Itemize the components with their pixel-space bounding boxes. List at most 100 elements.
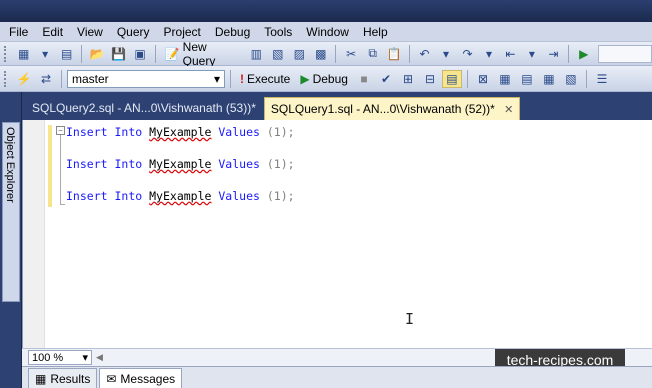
close-icon[interactable]: ✕ xyxy=(504,104,513,116)
scroll-left-icon[interactable]: ◀ xyxy=(96,352,103,363)
client-statistics-icon[interactable]: ▦ xyxy=(495,70,515,88)
menu-bar: File Edit View Query Project Debug Tools… xyxy=(0,22,652,42)
find-box[interactable] xyxy=(597,44,652,63)
save-icon[interactable]: 💾 xyxy=(109,45,128,63)
menu-tools[interactable]: Tools xyxy=(257,23,299,41)
tab-sqlquery1[interactable]: SQLQuery1.sql - AN...0\Vishwanath (52))*… xyxy=(263,97,521,120)
toolbar-separator xyxy=(585,69,587,88)
connect-icon[interactable]: ⚡ xyxy=(14,70,34,88)
outline-end xyxy=(60,204,65,205)
zoom-value: 100 % xyxy=(32,351,64,364)
values-args: (1); xyxy=(266,125,295,139)
results-to-icon[interactable]: ▤ xyxy=(441,69,462,88)
menu-view[interactable]: View xyxy=(70,23,110,41)
sql-editor-toolbar: ⚡ ⇄ master ▾ ! Execute ▶ Debug ■ ✔ ⊞ ⊟ ▤… xyxy=(0,66,652,92)
debug-label: Debug xyxy=(312,71,348,86)
execute-button[interactable]: ! Execute xyxy=(236,72,294,86)
undo-dropdown-icon[interactable]: ▾ xyxy=(436,45,455,63)
outline-line xyxy=(60,135,61,205)
object-explorer-tab[interactable]: Object Explorer xyxy=(2,122,20,302)
zoom-dropdown[interactable]: 100 % ▾ xyxy=(28,350,92,365)
messages-label: Messages xyxy=(120,371,176,386)
menu-query[interactable]: Query xyxy=(110,23,157,41)
menu-project[interactable]: Project xyxy=(157,23,208,41)
change-connection-icon[interactable]: ⇄ xyxy=(36,70,56,88)
menu-help[interactable]: Help xyxy=(356,23,395,41)
standard-toolbar: ▦ ▾ ▤ 📂 💾 ▣ 📝 New Query ▥ ▧ ▨ ▩ ✂ ⧉ 📋 ↶ … xyxy=(0,40,652,68)
new-project-icon[interactable]: ▦ xyxy=(14,45,33,63)
database-engine-query-icon[interactable]: ▥ xyxy=(247,45,266,63)
start-icon[interactable]: ▶ xyxy=(574,45,593,63)
debug-button[interactable]: ▶ Debug xyxy=(296,72,352,86)
toolbar-separator xyxy=(466,69,468,88)
navigate-backward-icon[interactable]: ⇤ xyxy=(501,45,520,63)
code-line: Insert Into MyExample Values (1); xyxy=(66,157,295,171)
navigate-forward-icon[interactable]: ⇥ xyxy=(544,45,563,63)
keyword: Into xyxy=(114,189,143,203)
keyword: Insert xyxy=(66,157,108,171)
window-title-bar xyxy=(0,0,652,22)
undo-icon[interactable]: ↶ xyxy=(415,45,434,63)
toolbar-separator xyxy=(335,44,337,63)
results-to-text-icon[interactable]: ▤ xyxy=(517,70,537,88)
cancel-query-icon[interactable]: ■ xyxy=(354,70,374,88)
menu-window[interactable]: Window xyxy=(299,23,356,41)
debug-play-icon: ▶ xyxy=(300,71,310,86)
toolbar-separator xyxy=(154,44,156,63)
open-file-icon[interactable]: 📂 xyxy=(87,45,106,63)
copy-icon[interactable]: ⧉ xyxy=(363,45,382,63)
keyword: Into xyxy=(114,157,143,171)
keyword: Values xyxy=(218,157,260,171)
navigate-dropdown-icon[interactable]: ▾ xyxy=(522,45,541,63)
include-plan-icon[interactable]: ⊠ xyxy=(473,70,493,88)
query-designer-icon[interactable]: ⊟ xyxy=(420,70,440,88)
code-line: Insert Into MyExample Values (1); xyxy=(66,189,295,203)
toolbar-separator xyxy=(61,69,62,88)
toolbar-separator xyxy=(81,44,83,63)
results-tab-bar: ▦ Results ✉ Messages xyxy=(22,366,652,388)
chevron-down-icon: ▾ xyxy=(82,352,88,364)
tab-sqlquery2[interactable]: SQLQuery2.sql - AN...0\Vishwanath (53))* xyxy=(26,97,262,120)
add-item-icon[interactable]: ▤ xyxy=(57,45,76,63)
dmx-query-icon[interactable]: ▨ xyxy=(290,45,309,63)
paste-icon[interactable]: 📋 xyxy=(384,45,403,63)
redo-dropdown-icon[interactable]: ▾ xyxy=(479,45,498,63)
collapse-icon[interactable]: − xyxy=(56,126,65,135)
toolbar-separator xyxy=(568,44,570,63)
results-to-grid-icon[interactable]: ▦ xyxy=(539,70,559,88)
keyword: Insert xyxy=(66,125,108,139)
keyword: Insert xyxy=(66,189,108,203)
xmla-query-icon[interactable]: ▩ xyxy=(311,45,330,63)
redo-icon[interactable]: ↷ xyxy=(458,45,477,63)
cut-icon[interactable]: ✂ xyxy=(341,45,360,63)
change-tracking-bar xyxy=(48,125,52,207)
toolbar-grip[interactable] xyxy=(4,70,8,87)
display-plan-icon[interactable]: ⊞ xyxy=(398,70,418,88)
parse-icon[interactable]: ✔ xyxy=(376,70,396,88)
menu-edit[interactable]: Edit xyxy=(35,23,70,41)
menu-debug[interactable]: Debug xyxy=(208,23,257,41)
toolbar-grip[interactable] xyxy=(4,45,8,62)
table-identifier: MyExample xyxy=(149,125,212,139)
tab-label: SQLQuery1.sql - AN...0\Vishwanath (52))* xyxy=(270,102,495,116)
comment-out-icon[interactable]: ☰ xyxy=(592,70,612,88)
grid-icon: ▦ xyxy=(35,371,47,386)
dropdown-arrow-icon[interactable]: ▾ xyxy=(35,45,54,63)
chevron-down-icon: ▾ xyxy=(213,71,220,86)
document-tab-strip: SQLQuery2.sql - AN...0\Vishwanath (53))*… xyxy=(22,92,652,120)
values-args: (1); xyxy=(266,157,295,171)
results-label: Results xyxy=(50,371,91,386)
tab-results[interactable]: ▦ Results xyxy=(28,368,98,388)
menu-file[interactable]: File xyxy=(2,23,35,41)
analysis-query-icon[interactable]: ▧ xyxy=(268,45,287,63)
side-rail: Object Explorer xyxy=(0,92,22,388)
available-databases-dropdown[interactable]: master ▾ xyxy=(67,69,225,88)
keyword: Values xyxy=(218,189,260,203)
tab-messages[interactable]: ✉ Messages xyxy=(99,368,183,388)
editor-gutter xyxy=(23,120,45,348)
save-all-icon[interactable]: ▣ xyxy=(130,45,149,63)
toolbar-separator xyxy=(408,44,410,63)
new-query-button[interactable]: 📝 New Query xyxy=(161,40,245,68)
sql-editor[interactable]: − Insert Into MyExample Values (1); Inse… xyxy=(22,120,652,348)
results-to-file-icon[interactable]: ▧ xyxy=(561,70,581,88)
